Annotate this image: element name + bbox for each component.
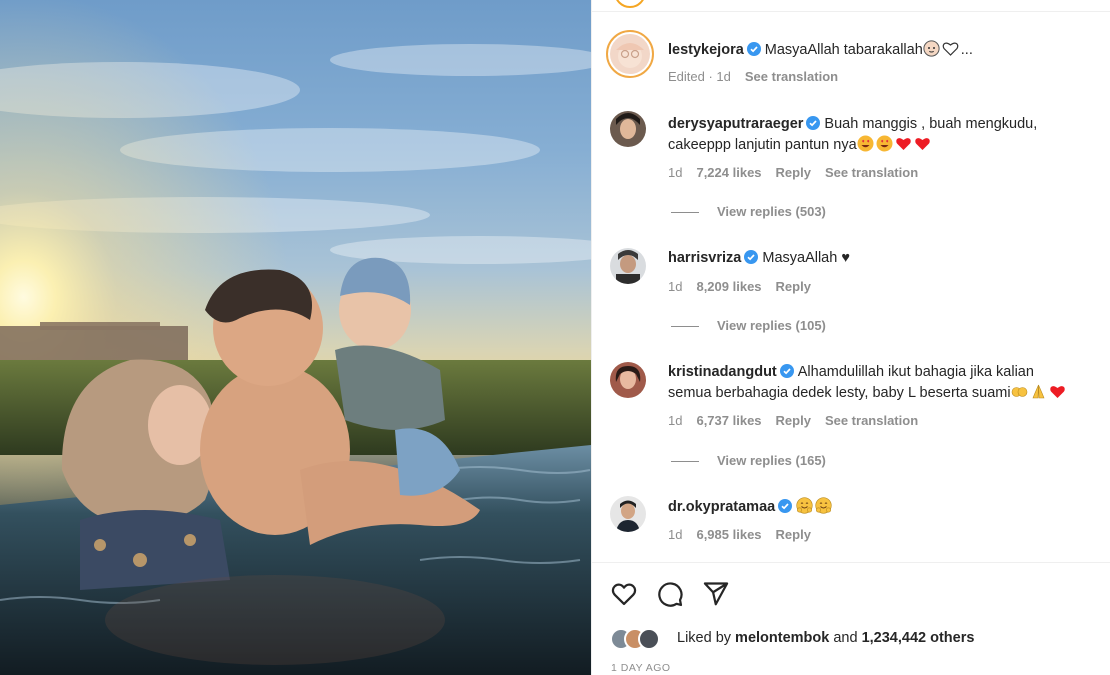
comments-panel: lestykejora MasyaAllah tabarakallah... Ed… [592, 0, 1110, 675]
comment-reply-button[interactable]: Reply [776, 165, 811, 180]
avatar-image [610, 362, 646, 398]
verified-badge-icon [779, 364, 794, 378]
verified-badge-icon [806, 116, 821, 130]
avatar-image [610, 496, 646, 532]
actions-divider [592, 562, 1110, 563]
comment-age: 1d [668, 527, 683, 542]
comment-text-row: harrisvriza MasyaAllah ♥ [668, 248, 850, 268]
comment-avatar[interactable] [610, 111, 646, 147]
caption-edited: Edited · 1d [668, 69, 731, 84]
header-strip [592, 0, 1110, 12]
comment-meta: 1d 6,985 likes Reply [668, 527, 825, 542]
comment-reply-button[interactable]: Reply [776, 279, 811, 294]
hugging-face-emoji-icon [815, 497, 832, 514]
comment-avatar[interactable] [610, 496, 646, 532]
comment-username[interactable]: harrisvriza [668, 250, 741, 266]
liked-by-text: Liked by melontembok and 1,234,442 other… [677, 630, 974, 646]
liked-by-user[interactable]: melontembok [735, 630, 829, 646]
caption-text-row: lestykejora MasyaAllah tabarakallah... [668, 40, 973, 60]
comment-age: 1d [668, 165, 683, 180]
verified-badge-icon [778, 499, 793, 513]
liked-by-others[interactable]: 1,234,442 others [862, 630, 975, 646]
comment-meta: 1d 8,209 likes Reply [668, 279, 825, 294]
view-replies-button[interactable]: View replies (105) [671, 318, 826, 333]
liked-by-and: and [833, 630, 858, 646]
comment-see-translation[interactable]: See translation [825, 413, 918, 428]
comment-age: 1d [668, 279, 683, 294]
comment-text-line1: Alhamdulillah ikut bahagia jika kalian [797, 364, 1034, 380]
comment-text-line2: semua berbahagia dedek lesty, baby L bes… [668, 385, 1011, 401]
comment-text-row-2: semua berbahagia dedek lesty, baby L bes… [668, 383, 1068, 403]
liked-by-prefix: Liked by [677, 630, 732, 646]
hugging-hands-emoji-icon [1011, 387, 1027, 397]
comment-age: 1d [668, 413, 683, 428]
caption-avatar[interactable] [606, 30, 654, 78]
post-time-ago[interactable]: 1 DAY AGO [611, 662, 671, 674]
comment-avatar[interactable] [610, 248, 646, 284]
liker-avatar [638, 628, 660, 650]
view-replies-label: View replies (165) [717, 453, 826, 468]
comment-likes[interactable]: 7,224 likes [696, 165, 761, 180]
comment-text-row: dr.okypratamaa [668, 497, 834, 517]
heart-icon[interactable] [610, 580, 638, 608]
comment-likes[interactable]: 6,737 likes [696, 413, 761, 428]
comment-username[interactable]: kristinadangdut [668, 364, 777, 380]
hugging-face-emoji-icon [796, 497, 813, 514]
view-replies-line [671, 212, 699, 214]
verified-badge-icon [744, 250, 759, 264]
comment-likes[interactable]: 8,209 likes [696, 279, 761, 294]
comment-meta: 1d 6,737 likes Reply See translation [668, 413, 932, 428]
caption-see-translation[interactable]: See translation [745, 69, 838, 84]
comment-avatar[interactable] [610, 362, 646, 398]
heart-eyes-emoji-icon [857, 135, 874, 152]
view-replies-line [671, 326, 699, 328]
post-photo[interactable] [0, 0, 591, 675]
share-icon[interactable] [702, 580, 730, 608]
post-photo-illustration [0, 0, 591, 675]
view-replies-label: View replies (105) [717, 318, 826, 333]
heart-eyes-emoji-icon [876, 135, 893, 152]
caption-avatar-image [610, 34, 650, 74]
comment-see-translation[interactable]: See translation [825, 165, 918, 180]
comment-text-row: kristinadangdut Alhamdulillah ikut bahagi… [668, 362, 1034, 382]
comment-username[interactable]: derysyaputraraeger [668, 116, 803, 132]
caption-text: MasyaAllah tabarakallah [764, 42, 923, 58]
avatar-image [610, 248, 646, 284]
caption-meta: Edited · 1d See translation [668, 69, 852, 84]
avatar-image [610, 111, 646, 147]
caption-ellipsis[interactable]: ... [961, 42, 973, 58]
comment-username[interactable]: dr.okypratamaa [668, 499, 775, 515]
folded-hands-emoji-icon [1032, 384, 1045, 399]
comment-text-line1: Buah manggis , buah mengkudu, [824, 116, 1038, 132]
caption-username[interactable]: lestykejora [668, 42, 744, 58]
white-heart-emoji-icon [942, 42, 959, 56]
view-replies-button[interactable]: View replies (165) [671, 453, 826, 468]
header-avatar-ring[interactable] [614, 0, 646, 8]
comment-reply-button[interactable]: Reply [776, 413, 811, 428]
view-replies-button[interactable]: View replies (503) [671, 204, 826, 219]
comment-icon[interactable] [656, 580, 684, 608]
view-replies-line [671, 461, 699, 463]
baby-face-emoji-icon [923, 40, 940, 57]
comment-text-row-2: cakeeppp lanjutin pantun nya [668, 135, 933, 155]
verified-badge-icon [746, 42, 761, 56]
comment-meta: 1d 7,224 likes Reply See translation [668, 165, 932, 180]
red-heart-emoji-icon [1049, 386, 1065, 398]
comment-reply-button[interactable]: Reply [776, 527, 811, 542]
comment-text-line1: MasyaAllah ♥ [762, 250, 850, 266]
red-heart-emoji-icon [914, 138, 930, 150]
comment-text-row: derysyaputraraeger Buah manggis , buah me… [668, 114, 1037, 134]
comment-likes[interactable]: 6,985 likes [696, 527, 761, 542]
red-heart-emoji-icon [895, 138, 911, 150]
comment-text-line2: cakeeppp lanjutin pantun nya [668, 137, 857, 153]
view-replies-label: View replies (503) [717, 204, 826, 219]
